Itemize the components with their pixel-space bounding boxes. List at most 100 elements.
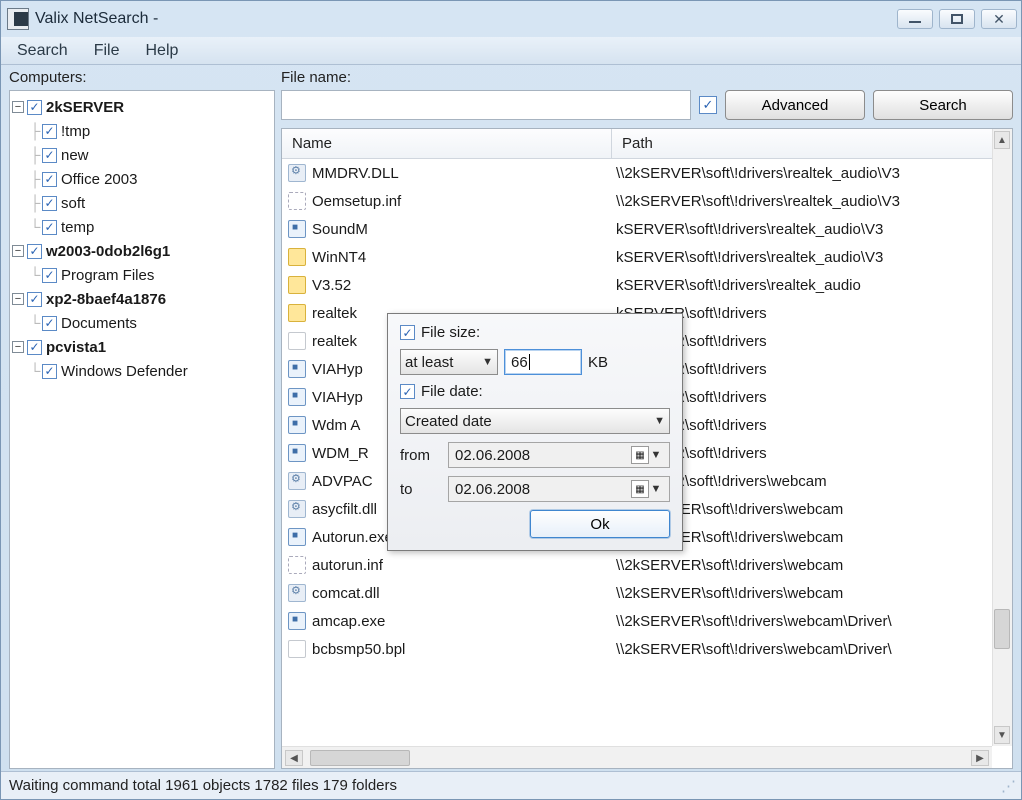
computers-tree[interactable]: − 2kSERVER ├!tmp├new├Office 2003├soft└temp… <box>9 90 275 769</box>
tree-root-node[interactable]: −pcvista1 <box>12 335 272 359</box>
tree-checkbox[interactable] <box>42 268 57 283</box>
filename-checkbox[interactable] <box>699 96 717 114</box>
exe-icon <box>288 528 306 546</box>
filesize-mode-select[interactable]: at least ▼ <box>400 349 498 375</box>
tree-child-node[interactable]: └Windows Defender <box>12 359 272 383</box>
advanced-button[interactable]: Advanced <box>725 90 865 120</box>
from-date-input[interactable]: 02.06.2008 ▦ ▼ <box>448 442 670 468</box>
filedate-label: File date: <box>421 383 483 400</box>
filename-input[interactable] <box>281 90 691 120</box>
file-name: ADVPAC <box>312 473 373 490</box>
tree-checkbox[interactable] <box>27 292 42 307</box>
dll-icon <box>288 164 306 182</box>
tree-checkbox[interactable] <box>27 100 42 115</box>
collapse-icon[interactable]: − <box>12 245 24 257</box>
collapse-icon[interactable]: − <box>12 341 24 353</box>
scroll-down-arrow-icon[interactable]: ▼ <box>994 726 1010 744</box>
tree-checkbox[interactable] <box>42 196 57 211</box>
exe-icon <box>288 360 306 378</box>
result-row[interactable]: autorun.inf\\2kSERVER\soft\!drivers\webc… <box>282 551 1012 579</box>
close-button[interactable] <box>981 9 1017 29</box>
cell-name: MMDRV.DLL <box>282 164 612 182</box>
scroll-right-arrow-icon[interactable]: ▶ <box>971 750 989 766</box>
menu-file[interactable]: File <box>90 40 124 62</box>
chevron-down-icon[interactable]: ▼ <box>649 483 663 495</box>
resize-grip-icon[interactable]: ⋰ <box>1001 777 1013 795</box>
computers-panel: Computers: − 2kSERVER ├!tmp├new├Office 200… <box>9 69 275 769</box>
app-icon <box>7 8 29 30</box>
menu-help[interactable]: Help <box>141 40 182 62</box>
result-row[interactable]: comcat.dll\\2kSERVER\soft\!drivers\webca… <box>282 579 1012 607</box>
result-row[interactable]: V3.52kSERVER\soft\!drivers\realtek_audio <box>282 271 1012 299</box>
scroll-up-arrow-icon[interactable]: ▲ <box>994 131 1010 149</box>
tree-child-node[interactable]: ├new <box>12 143 272 167</box>
file-name: Oemsetup.inf <box>312 193 401 210</box>
to-date-input[interactable]: 02.06.2008 ▦ ▼ <box>448 476 670 502</box>
search-button[interactable]: Search <box>873 90 1013 120</box>
tree-checkbox[interactable] <box>27 244 42 259</box>
dll-icon <box>288 500 306 518</box>
tree-child-node[interactable]: ├!tmp <box>12 119 272 143</box>
calendar-icon[interactable]: ▦ <box>631 446 649 464</box>
collapse-icon[interactable]: − <box>12 293 24 305</box>
calendar-icon[interactable]: ▦ <box>631 480 649 498</box>
tree-checkbox[interactable] <box>42 172 57 187</box>
result-row[interactable]: WinNT4kSERVER\soft\!drivers\realtek_audi… <box>282 243 1012 271</box>
tree-checkbox[interactable] <box>42 364 57 379</box>
result-row[interactable]: bcbsmp50.bpl\\2kSERVER\soft\!drivers\web… <box>282 635 1012 663</box>
column-path[interactable]: Path <box>612 129 1012 158</box>
hscroll-thumb[interactable] <box>310 750 410 766</box>
horizontal-scrollbar[interactable]: ◀ ▶ <box>282 746 992 768</box>
status-text: Waiting command total 1961 objects 1782 … <box>9 777 397 794</box>
file-name: WDM_R <box>312 445 369 462</box>
result-row[interactable]: Oemsetup.inf\\2kSERVER\soft\!drivers\rea… <box>282 187 1012 215</box>
tree-checkbox[interactable] <box>42 316 57 331</box>
exe-icon <box>288 388 306 406</box>
tree-checkbox[interactable] <box>42 220 57 235</box>
cell-name: Oemsetup.inf <box>282 192 612 210</box>
statusbar: Waiting command total 1961 objects 1782 … <box>1 771 1021 799</box>
menu-search[interactable]: Search <box>13 40 72 62</box>
vertical-scrollbar[interactable]: ▲ ▼ <box>992 129 1012 746</box>
tree-child-node[interactable]: ├Office 2003 <box>12 167 272 191</box>
column-name[interactable]: Name <box>282 129 612 158</box>
cell-path: \\2kSERVER\soft\!drivers\webcam <box>612 557 1012 574</box>
tree-checkbox[interactable] <box>27 340 42 355</box>
file-name: asycfilt.dll <box>312 501 377 518</box>
folder-icon <box>288 248 306 266</box>
chevron-down-icon: ▼ <box>654 415 665 427</box>
result-row[interactable]: SoundMkSERVER\soft\!drivers\realtek_audi… <box>282 215 1012 243</box>
filedate-mode-select[interactable]: Created date ▼ <box>400 408 670 434</box>
minimize-button[interactable] <box>897 9 933 29</box>
dll-icon <box>288 584 306 602</box>
maximize-button[interactable] <box>939 9 975 29</box>
tree-label: 2kSERVER <box>46 99 124 116</box>
result-row[interactable]: MMDRV.DLL\\2kSERVER\soft\!drivers\realte… <box>282 159 1012 187</box>
cell-name: SoundM <box>282 220 612 238</box>
advanced-dialog: File size: at least ▼ 66 KB File date: C… <box>387 313 683 551</box>
filedate-checkbox[interactable] <box>400 384 415 399</box>
tree-checkbox[interactable] <box>42 148 57 163</box>
tree-checkbox[interactable] <box>42 124 57 139</box>
filename-label: File name: <box>281 69 1013 86</box>
cell-path: \\2kSERVER\soft\!drivers\webcam <box>612 585 1012 602</box>
ok-button[interactable]: Ok <box>530 510 670 538</box>
filesize-checkbox[interactable] <box>400 325 415 340</box>
tree-child-node[interactable]: ├soft <box>12 191 272 215</box>
collapse-icon[interactable]: − <box>12 101 24 113</box>
computers-label: Computers: <box>9 69 275 86</box>
tree-root-node[interactable]: −xp2-8baef4a1876 <box>12 287 272 311</box>
filesize-mode-value: at least <box>405 354 453 371</box>
filesize-value-input[interactable]: 66 <box>504 349 582 375</box>
file-name: realtek <box>312 333 357 350</box>
tree-child-node[interactable]: └Documents <box>12 311 272 335</box>
tree-root-node[interactable]: − 2kSERVER <box>12 95 272 119</box>
tree-child-node[interactable]: └temp <box>12 215 272 239</box>
tree-root-node[interactable]: −w2003-0dob2l6g1 <box>12 239 272 263</box>
chevron-down-icon[interactable]: ▼ <box>649 449 663 461</box>
scroll-left-arrow-icon[interactable]: ◀ <box>285 750 303 766</box>
tree-child-node[interactable]: └Program Files <box>12 263 272 287</box>
result-row[interactable]: amcap.exe\\2kSERVER\soft\!drivers\webcam… <box>282 607 1012 635</box>
vscroll-thumb[interactable] <box>994 609 1010 649</box>
cell-name: WinNT4 <box>282 248 612 266</box>
